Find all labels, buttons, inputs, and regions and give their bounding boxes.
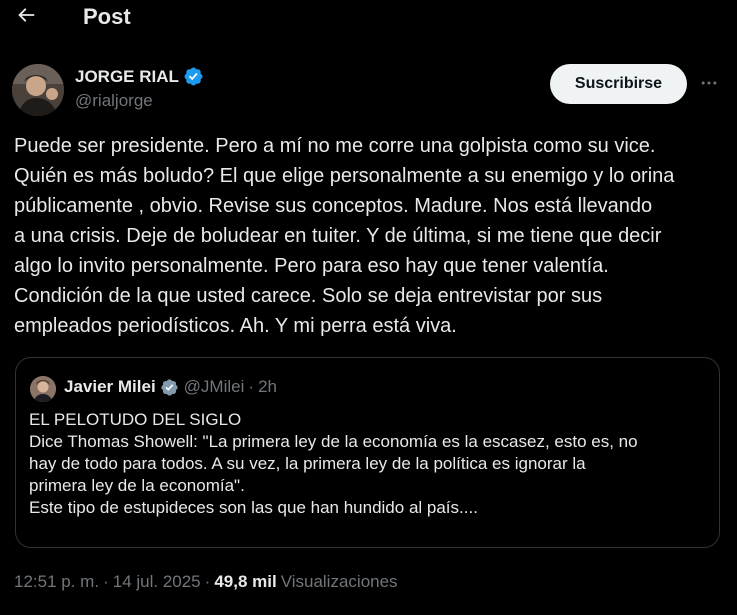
verified-badge-icon <box>160 378 179 397</box>
quoted-post-time: 2h <box>258 377 277 396</box>
post-text-line: algo lo invito personalmente. Pero para … <box>14 255 609 277</box>
arrow-left-icon <box>15 4 37 31</box>
post-text-line: públicamente , obvio. Revise sus concept… <box>14 195 653 217</box>
subscribe-button[interactable]: Suscribirse <box>550 64 687 104</box>
separator-dot: · <box>248 377 255 396</box>
post-text-line: a una crisis. Deje de boludear en tuiter… <box>14 225 662 247</box>
author-handle[interactable]: @rialjorge <box>75 91 153 111</box>
author-avatar[interactable] <box>12 64 64 116</box>
post-time[interactable]: 12:51 p. m. <box>14 572 99 592</box>
verified-badge-icon <box>183 66 204 87</box>
views-label: Visualizaciones <box>280 572 398 591</box>
post-text-line: empleados periodísticos. Ah. Y mi perra … <box>14 315 457 337</box>
author-name: JORGE RIAL <box>75 66 179 86</box>
quoted-author-handle: @JMilei <box>183 377 245 396</box>
quoted-text-line: hay de todo para todos. A su vez, la pri… <box>29 454 586 473</box>
post-text-line: Quién es más boludo? El que elige person… <box>14 165 675 187</box>
quoted-text-line: Este tipo de estupideces son las que han… <box>29 498 478 517</box>
separator-dot: · <box>204 572 211 591</box>
quoted-author-row: Javier Milei @JMilei · 2h <box>64 377 277 397</box>
page-title: Post <box>83 4 131 29</box>
post-meta: 12:51 p. m. · 14 jul. 2025 · 49,8 mil Vi… <box>14 572 398 592</box>
quoted-post-text: EL PELOTUDO DEL SIGLO Dice Thomas Showel… <box>29 409 709 519</box>
post-text-line: Puede ser presidente. Pero a mí no me co… <box>14 135 656 157</box>
quoted-author-avatar <box>30 376 56 402</box>
more-horizontal-icon <box>699 73 719 98</box>
quoted-post-card[interactable]: Javier Milei @JMilei · 2h EL PELOTUDO DE… <box>15 357 720 548</box>
quoted-author-name: Javier Milei <box>64 377 156 396</box>
more-options-button[interactable] <box>694 70 724 100</box>
post-text: Puede ser presidente. Pero a mí no me co… <box>14 131 730 341</box>
views-count: 49,8 mil <box>214 572 277 591</box>
quoted-text-line: EL PELOTUDO DEL SIGLO <box>29 410 242 429</box>
post-date[interactable]: 14 jul. 2025 <box>113 572 201 592</box>
top-bar: Post <box>0 0 737 36</box>
post-text-line: Condición de la que usted carece. Solo s… <box>14 285 603 307</box>
back-button[interactable] <box>6 0 46 34</box>
separator-dot: · <box>103 572 109 591</box>
author-name-row[interactable]: JORGE RIAL <box>75 66 204 87</box>
quoted-text-line: primera ley de la economía". <box>29 476 245 495</box>
quoted-text-line: Dice Thomas Showell: "La primera ley de … <box>29 432 638 451</box>
